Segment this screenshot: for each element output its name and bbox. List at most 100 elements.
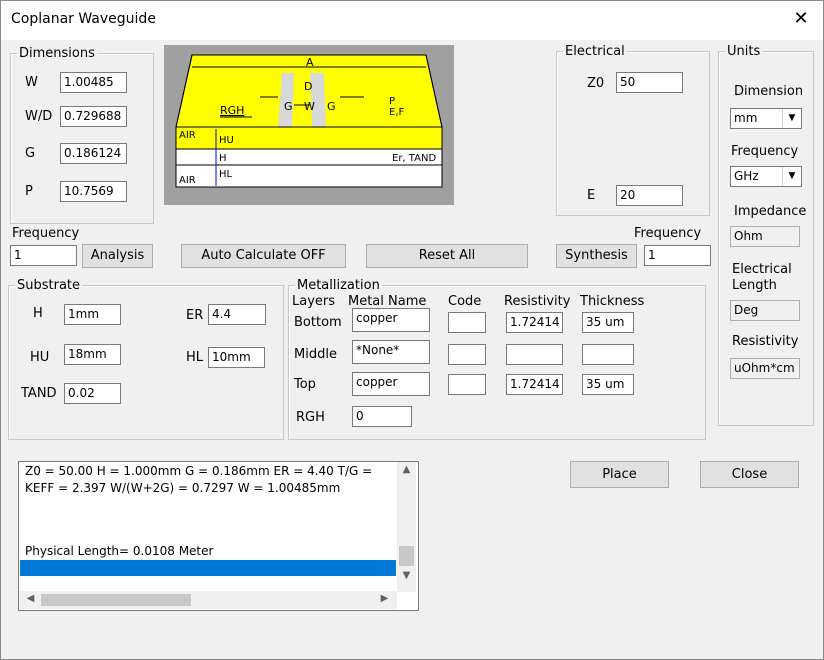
resistivity-unit-field: uOhm*cm [730, 358, 800, 379]
bottom-code-field[interactable] [448, 312, 486, 333]
electrical-length-label-1: Electrical [732, 262, 792, 277]
diagram-label-p: P [389, 96, 395, 107]
e-field[interactable]: 20 [616, 185, 683, 206]
layers-header: Layers [292, 294, 336, 309]
wd-label: W/D [25, 109, 53, 124]
top-code-field[interactable] [448, 374, 486, 395]
diagram-label-air-top: AIR [179, 130, 196, 141]
dimension-unit-value: mm [734, 111, 758, 125]
frequency-unit-value: GHz [734, 169, 759, 183]
vertical-scroll-thumb[interactable] [399, 546, 414, 566]
metallization-legend: Metallization [297, 278, 380, 293]
middle-code-field[interactable] [448, 344, 486, 365]
chevron-down-icon: ▼ [782, 167, 801, 186]
diagram-label-hu: HU [219, 135, 234, 146]
scroll-left-icon[interactable]: ◀ [21, 593, 40, 604]
selected-row[interactable] [20, 560, 396, 576]
substrate-tand-field[interactable]: 0.02 [64, 383, 121, 404]
chevron-down-icon: ▼ [782, 109, 801, 128]
horizontal-scroll-thumb[interactable] [41, 594, 191, 606]
synthesis-button[interactable]: Synthesis [556, 244, 637, 268]
resistivity-header: Resistivity [504, 294, 571, 309]
substrate-h-field[interactable]: 1mm [64, 304, 121, 325]
g-field[interactable]: 0.186124 [60, 143, 127, 164]
substrate-er-field[interactable]: 4.4 [208, 304, 266, 325]
results-line-3: Physical Length= 0.0108 Meter [25, 544, 214, 558]
middle-thickness-field[interactable] [582, 344, 634, 365]
e-label: E [587, 188, 596, 203]
thickness-header: Thickness [580, 294, 645, 309]
substrate-hu-label: HU [30, 350, 50, 365]
horizontal-scrollbar[interactable]: ◀ ▶ [19, 591, 397, 609]
diagram-label-hl: HL [219, 169, 233, 180]
substrate-tand-label: TAND [21, 386, 57, 401]
dimensions-legend: Dimensions [19, 46, 95, 61]
electrical-legend: Electrical [565, 44, 625, 59]
w-field[interactable]: 1.00485 [60, 72, 127, 93]
layer-middle-label: Middle [294, 347, 337, 362]
electrical-length-unit-field: Deg [730, 300, 800, 321]
top-metal-name-field[interactable]: copper [352, 372, 430, 396]
diagram-label-air-bottom: AIR [179, 175, 196, 186]
reset-all-button[interactable]: Reset All [366, 244, 528, 268]
vertical-scrollbar[interactable]: ▲ ▼ [397, 462, 416, 592]
z0-label: Z0 [587, 76, 605, 91]
top-resistivity-field[interactable]: 1.72414 [506, 374, 563, 395]
diagram-label-d: D [304, 80, 312, 93]
p-field[interactable]: 10.7569 [60, 181, 127, 202]
synthesis-frequency-label: Frequency [634, 226, 702, 241]
dimension-unit-select[interactable]: mm ▼ [730, 108, 802, 129]
results-listbox[interactable]: Z0 = 50.00 H = 1.000mm G = 0.186mm ER = … [18, 461, 419, 611]
electrical-length-label-2: Length [732, 278, 777, 293]
analysis-frequency-field[interactable]: 1 [10, 245, 77, 266]
layer-top-label: Top [294, 377, 316, 392]
analysis-button[interactable]: Analysis [82, 244, 153, 268]
middle-resistivity-field[interactable] [506, 344, 563, 365]
g-label: G [25, 146, 36, 161]
diagram-label-a: A [306, 56, 314, 69]
bottom-metal-name-field[interactable]: copper [352, 308, 430, 332]
impedance-unit-field: Ohm [730, 226, 800, 247]
results-line-1: Z0 = 50.00 H = 1.000mm G = 0.186mm ER = … [25, 464, 373, 478]
diagram-label-g1: G [284, 100, 293, 113]
resistivity-unit-label: Resistivity [732, 334, 799, 349]
bottom-thickness-field[interactable]: 35 um [582, 312, 634, 333]
code-header: Code [448, 294, 482, 309]
cpw-cross-section-diagram: A D G W G RGH P E,F AIR HU H Er, TAND AI… [164, 45, 454, 205]
scroll-up-icon[interactable]: ▲ [397, 464, 416, 475]
scroll-down-icon[interactable]: ▼ [397, 570, 416, 581]
units-legend: Units [727, 44, 761, 59]
diagram-label-h: H [219, 153, 227, 164]
close-icon[interactable]: ✕ [790, 8, 812, 30]
results-line-2: KEFF = 2.397 W/(W+2G) = 0.7297 W = 1.004… [25, 481, 341, 495]
auto-calculate-button[interactable]: Auto Calculate OFF [181, 244, 346, 268]
layer-bottom-label: Bottom [294, 315, 342, 330]
wd-field[interactable]: 0.729688 [60, 106, 127, 127]
frequency-unit-select[interactable]: GHz ▼ [730, 166, 802, 187]
rgh-field[interactable]: 0 [352, 406, 412, 427]
diagram-label-ef: E,F [389, 107, 404, 118]
place-button[interactable]: Place [570, 461, 669, 488]
p-label: P [25, 184, 33, 199]
metal-name-header: Metal Name [348, 294, 427, 309]
substrate-h-label: H [33, 306, 43, 321]
impedance-unit-label: Impedance [734, 204, 807, 219]
frequency-unit-label: Frequency [731, 144, 799, 159]
middle-metal-name-field[interactable]: *None* [352, 340, 430, 364]
window-title: Coplanar Waveguide [11, 11, 156, 27]
dimension-unit-label: Dimension [734, 84, 804, 99]
synthesis-frequency-field[interactable]: 1 [644, 245, 711, 266]
diagram-label-er-tand: Er, TAND [392, 153, 436, 164]
close-button[interactable]: Close [700, 461, 799, 488]
substrate-legend: Substrate [17, 278, 81, 293]
substrate-er-label: ER [186, 308, 204, 323]
bottom-resistivity-field[interactable]: 1.72414 [506, 312, 563, 333]
scroll-right-icon[interactable]: ▶ [375, 593, 394, 604]
top-thickness-field[interactable]: 35 um [582, 374, 634, 395]
substrate-hl-field[interactable]: 10mm [208, 347, 265, 368]
rgh-label: RGH [296, 410, 325, 425]
substrate-hu-field[interactable]: 18mm [64, 344, 121, 365]
diagram-label-g2: G [327, 100, 336, 113]
z0-field[interactable]: 50 [616, 72, 683, 93]
diagram-label-w: W [304, 100, 315, 113]
